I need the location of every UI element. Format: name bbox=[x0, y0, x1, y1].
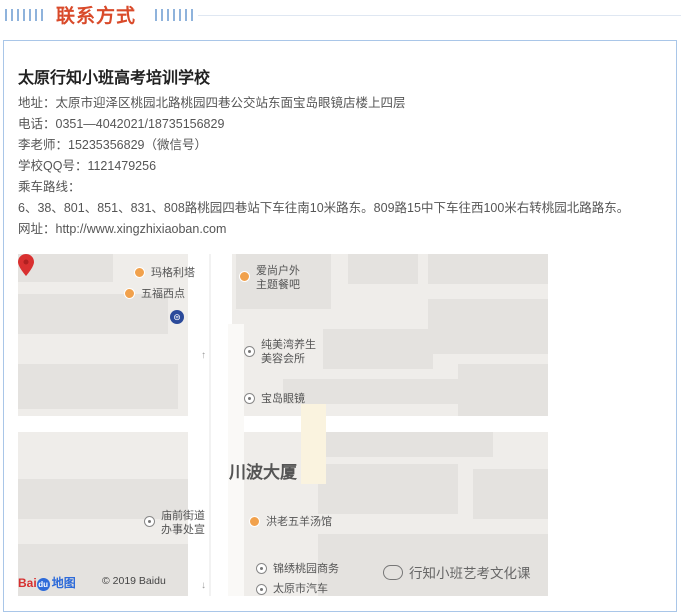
poi-aishang[interactable]: 爱尚户外 主题餐吧 bbox=[256, 264, 300, 292]
logo-bai: Bai bbox=[18, 576, 37, 590]
transit-label: 乘车路线： bbox=[18, 180, 81, 194]
school-name: 太原行知小班高考培训学校 bbox=[18, 70, 211, 87]
bus-stop-icon[interactable]: ⊜ bbox=[170, 310, 184, 324]
poi-wufu[interactable]: 五福西点 bbox=[141, 287, 185, 301]
header-decoration-right bbox=[155, 9, 193, 21]
logo-du: du bbox=[36, 578, 50, 591]
spa-icon bbox=[244, 346, 255, 357]
road-direction-icon: ↓ bbox=[201, 580, 206, 591]
watermark-text: 行知小班艺考文化课 bbox=[409, 566, 531, 581]
section-title: 联系方式 bbox=[56, 6, 137, 27]
header-decoration-left bbox=[5, 9, 43, 21]
address-text: 地址：太原市迎泽区桃园北路桃园四巷公交站东面宝岛眼镜店楼上四层 bbox=[18, 96, 406, 110]
transit-text: 6、38、801、851、831、808路桃园四巷站下车往南10米路东。809路… bbox=[18, 201, 630, 215]
map-streets bbox=[18, 254, 548, 596]
cafe-icon bbox=[124, 288, 135, 299]
phone-text: 电话：0351—4042021/18735156829 bbox=[18, 117, 225, 131]
poi-hongsan[interactable]: 洪老五羊汤馆 bbox=[266, 515, 332, 529]
baidu-map-logo: Bai du 地图 bbox=[18, 574, 76, 591]
poi-jinxiu[interactable]: 锦绣桃园商务 bbox=[273, 562, 339, 576]
restaurant-icon bbox=[134, 267, 145, 278]
poi-miaoqian[interactable]: 庙前街道 办事处宣 bbox=[161, 509, 205, 537]
shop-icon bbox=[244, 393, 255, 404]
map-copyright: © 2019 Baidu bbox=[102, 575, 166, 587]
logo-ditu: 地图 bbox=[51, 576, 76, 590]
building-icon bbox=[256, 584, 267, 595]
location-map[interactable]: 玛格利塔 五福西点 ⊜ 爱尚户外 主题餐吧 纯美湾养生 美容会所 宝岛眼镜 川波… bbox=[18, 254, 548, 596]
building-icon bbox=[256, 563, 267, 574]
road-direction-icon: ↑ bbox=[201, 350, 206, 361]
poi-baodao[interactable]: 宝岛眼镜 bbox=[261, 392, 305, 406]
header-divider bbox=[198, 15, 681, 16]
restaurant-icon bbox=[239, 271, 250, 282]
wechat-icon bbox=[383, 565, 403, 580]
building-label[interactable]: 川波大厦 bbox=[229, 458, 297, 483]
poi-qiche[interactable]: 太原市汽车 bbox=[273, 582, 328, 596]
office-icon bbox=[144, 516, 155, 527]
website-link[interactable]: 网址：http://www.xingzhixiaoban.com bbox=[18, 218, 226, 237]
watermark: 行知小班艺考文化课 bbox=[383, 562, 531, 582]
teacher-text: 李老师：15235356829（微信号） bbox=[18, 138, 207, 152]
poi-magelite[interactable]: 玛格利塔 bbox=[151, 266, 195, 280]
section-header: 联系方式 bbox=[0, 0, 681, 34]
contact-card: 太原行知小班高考培训学校 地址：太原市迎泽区桃园北路桃园四巷公交站东面宝岛眼镜店… bbox=[3, 40, 677, 612]
poi-chunmeiwan[interactable]: 纯美湾养生 美容会所 bbox=[261, 338, 316, 366]
restaurant-icon bbox=[249, 516, 260, 527]
qq-text: 学校QQ号：1121479256 bbox=[18, 159, 157, 173]
location-pin-icon[interactable] bbox=[18, 254, 34, 276]
